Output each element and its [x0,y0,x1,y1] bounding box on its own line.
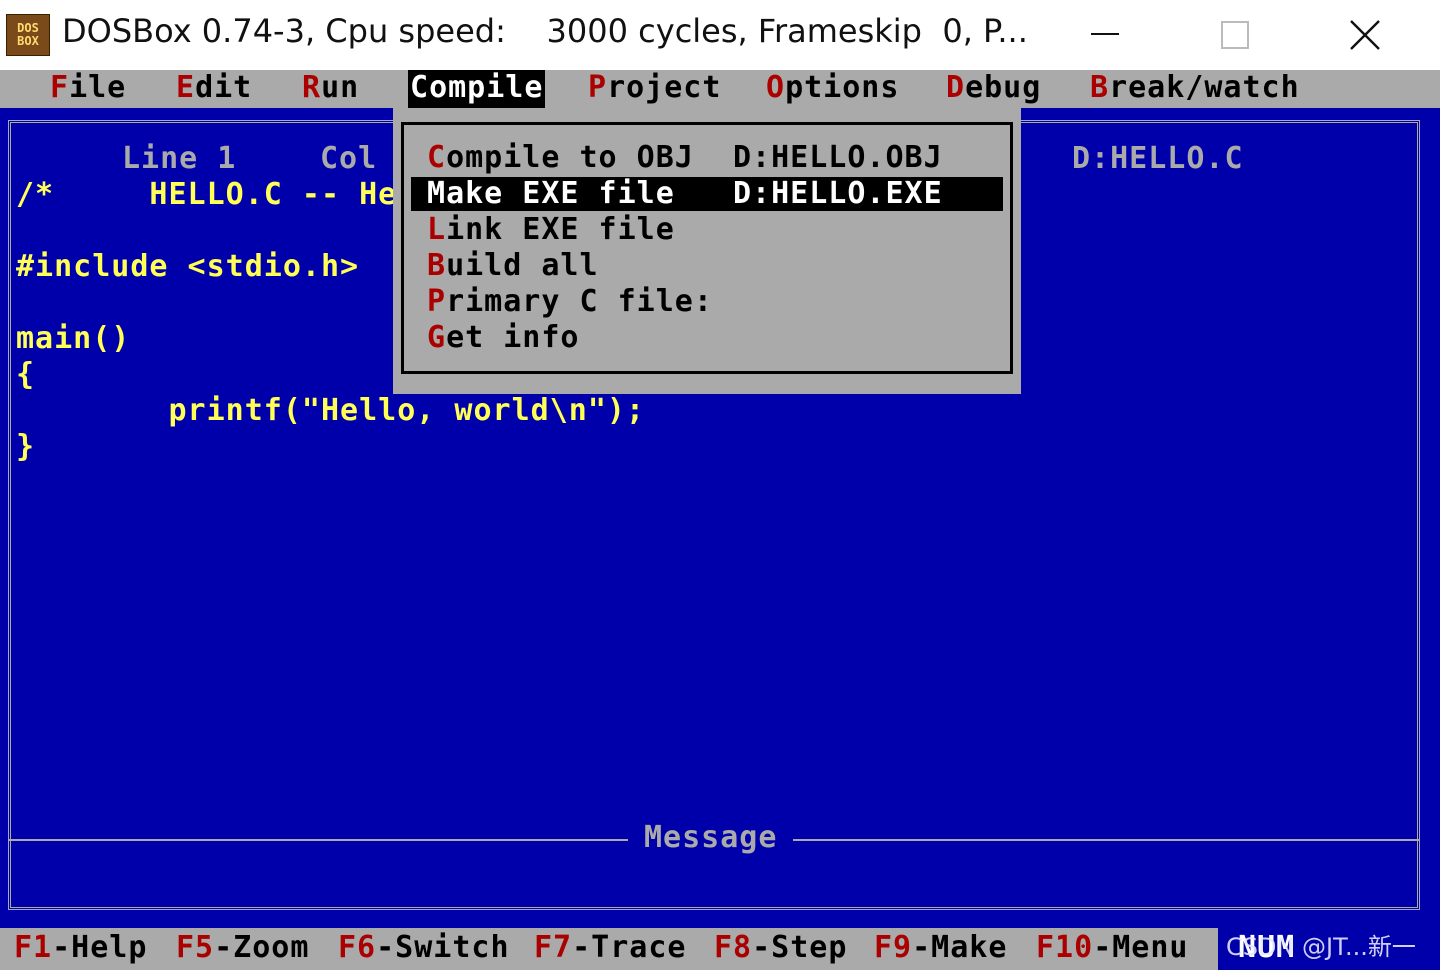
menu-item-label: ink EXE file [446,212,675,247]
code-line: /* HELLO.C -- He [16,177,398,212]
menu-compile[interactable]: Compile [408,70,546,108]
menu-debug-label: ebug [965,70,1042,105]
fkey-f7-trace[interactable]: F7-Trace [534,928,687,970]
menu-break-watch-label: reak/watch [1109,70,1300,105]
menu-project-label: roject [607,70,722,105]
editor-line-indicator: Line 1 [122,141,237,176]
menu-item-label: ake EXE file [446,176,675,211]
fkey-label: -Step [752,930,848,965]
maximize-icon [1221,21,1249,49]
maximize-button[interactable] [1170,0,1300,70]
menu-run-hotkey: R [302,70,322,105]
menu-item-value: D:HELLO.EXE [733,176,943,211]
fkey-f10-menu[interactable]: F10-Menu [1036,928,1189,970]
close-button[interactable] [1300,0,1430,70]
fkey-label: -Menu [1093,930,1189,965]
menu-item-label: rimary C file: [446,284,713,319]
minimize-button[interactable] [1040,0,1170,70]
csdn-watermark: CSDN @JT...新一 [1226,933,1416,961]
menu-file[interactable]: File [50,70,126,108]
fkey-label: -Help [52,930,148,965]
fkey-label: -Trace [572,930,687,965]
menu-item-hotkey: B [427,248,447,283]
menu-item-make-exe-file[interactable]: Make EXE file D:HELLO.EXE [411,177,1003,211]
menu-item-value: D:HELLO.OBJ [733,140,943,175]
minimize-icon [1091,33,1119,35]
menu-item-build-all[interactable]: Build all [411,249,1003,283]
menu-file-hotkey: F [50,70,70,105]
num-lock-indicator: NUM CSDN @JT...新一 [1218,928,1440,970]
code-line: #include <stdio.h> [16,249,360,284]
window-title-bar[interactable]: DOS BOX DOSBox 0.74-3, Cpu speed: 3000 c… [0,0,1440,70]
menu-options-hotkey: O [766,70,786,105]
menu-file-label: ile [69,70,127,105]
fkey-key: F1 [14,930,53,965]
menu-item-get-info[interactable]: Get info [411,321,1003,355]
editor-filename: D:HELLO.C [1072,141,1244,176]
code-line: } [16,429,36,464]
menu-item-compile-to-obj[interactable]: Compile to OBJ D:HELLO.OBJ [411,141,1003,175]
fkey-f5-zoom[interactable]: F5-Zoom [176,928,309,970]
menu-item-hotkey: G [427,320,447,355]
dosbox-app-icon[interactable]: DOS BOX [6,14,50,56]
menu-break-watch[interactable]: Break/watch [1090,70,1300,108]
editor-col-indicator: Col [320,141,378,176]
menu-options[interactable]: Options [766,70,899,108]
fkey-f8-step[interactable]: F8-Step [714,928,847,970]
menu-edit-label: dit [195,70,253,105]
fkey-key: F7 [534,930,573,965]
menu-item-hotkey: C [427,140,447,175]
menu-project[interactable]: Project [588,70,721,108]
message-pane-title: Message [628,820,794,855]
menu-item-primary-c-file[interactable]: Primary C file: [411,285,1003,319]
menu-edit-hotkey: E [176,70,196,105]
menu-debug[interactable]: Debug [946,70,1041,108]
fkey-f6-switch[interactable]: F6-Switch [338,928,510,970]
code-line: printf("Hello, world\n"); [16,393,646,428]
fkey-key: F10 [1036,930,1094,965]
menu-edit[interactable]: Edit [176,70,252,108]
close-icon [1350,20,1380,50]
fkey-f1-help[interactable]: F1-Help [14,928,147,970]
menu-item-label: et info [446,320,580,355]
menu-item-hotkey: M [427,176,447,211]
fkey-key: F8 [714,930,753,965]
fkey-key: F5 [176,930,215,965]
fkey-label: -Make [912,930,1008,965]
menu-item-link-exe-file[interactable]: Link EXE file [411,213,1003,247]
menu-compile-label: ompile [429,70,544,105]
fkey-label: -Switch [376,930,510,965]
app-icon-text-bottom: BOX [17,34,39,48]
menu-run-label: un [321,70,360,105]
window-title: DOSBox 0.74-3, Cpu speed: 3000 cycles, F… [62,12,1028,50]
menu-item-hotkey: P [427,284,447,319]
menu-debug-hotkey: D [946,70,966,105]
function-key-bar: F1-Help F5-Zoom F6-Switch F7-Trace F8-St… [0,928,1440,970]
fkey-key: F9 [874,930,913,965]
compile-dropdown-menu: Compile to OBJ D:HELLO.OBJ Make EXE file… [393,108,1021,394]
menu-bar: File Edit Run Compile Project Options De… [0,70,1440,108]
menu-break-watch-hotkey: B [1090,70,1110,105]
code-line: main() [16,321,131,356]
code-line: { [16,357,36,392]
menu-options-label: ptions [785,70,900,105]
fkey-label: -Zoom [214,930,310,965]
menu-item-label: ompile to OBJ [446,140,694,175]
menu-run[interactable]: Run [302,70,359,108]
menu-item-label: uild all [446,248,599,283]
fkey-f9-make[interactable]: F9-Make [874,928,1007,970]
menu-project-hotkey: P [588,70,608,105]
menu-compile-hotkey: C [410,70,430,105]
fkey-key: F6 [338,930,377,965]
menu-item-hotkey: L [427,212,447,247]
